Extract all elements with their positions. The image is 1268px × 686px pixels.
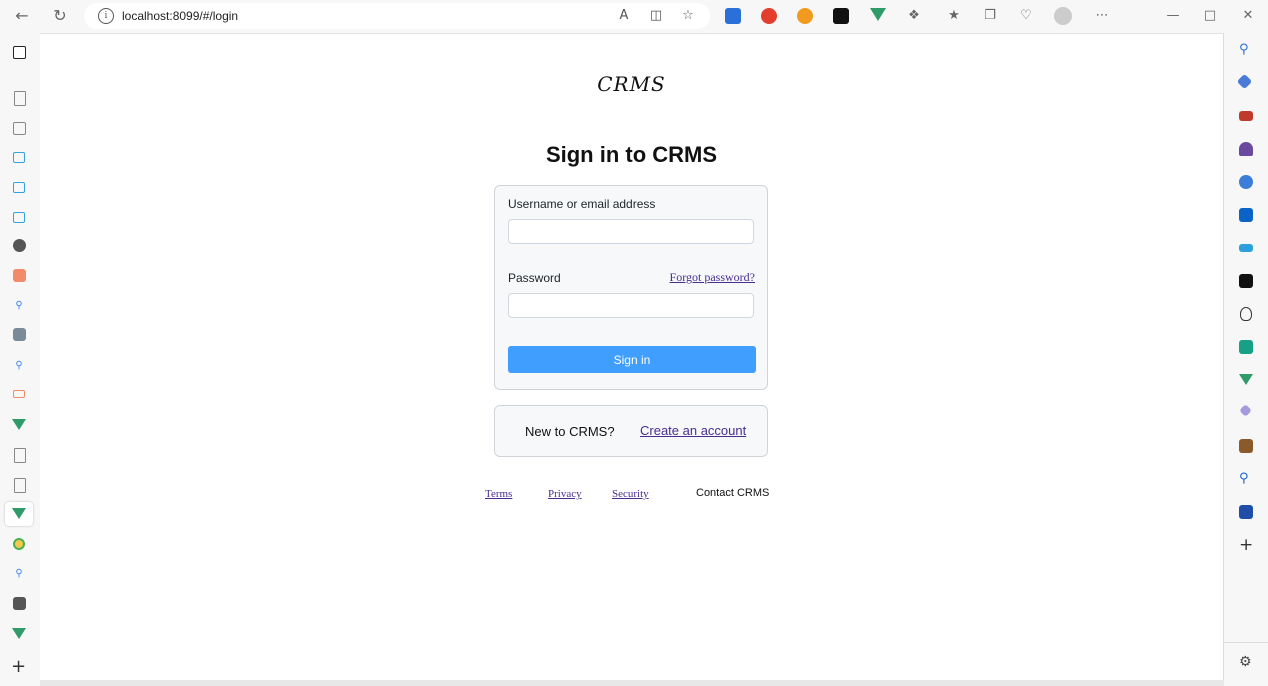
signup-prompt: New to CRMS? — [525, 424, 615, 439]
divider — [1224, 642, 1268, 643]
collections-icon[interactable]: ❐ — [980, 6, 1000, 26]
split-screen-icon[interactable]: ◫ — [648, 8, 664, 24]
app-j-icon[interactable] — [1239, 439, 1253, 453]
tab-active-vue[interactable] — [5, 502, 33, 526]
linux-penguin-icon[interactable] — [1240, 307, 1252, 321]
settings-gear-icon[interactable]: ⚙ — [1239, 654, 1252, 670]
tab-search-icon[interactable]: ⚲ — [11, 298, 27, 314]
tab-github-icon[interactable] — [13, 239, 26, 252]
copilot-icon[interactable] — [1239, 175, 1253, 189]
footer-security-link[interactable]: Security — [612, 488, 649, 500]
footer-terms-link[interactable]: Terms — [485, 488, 512, 500]
search-icon[interactable]: ⚲ — [1239, 472, 1253, 486]
extension-black-icon[interactable] — [833, 8, 849, 24]
favorites-icon[interactable]: ★ — [944, 6, 964, 26]
profile-avatar[interactable] — [1054, 7, 1072, 25]
read-aloud-icon[interactable]: A — [616, 8, 632, 24]
tab-document-icon[interactable] — [14, 478, 26, 493]
maximize-icon[interactable]: □ — [1200, 6, 1220, 26]
extension-stack-icon[interactable] — [725, 8, 741, 24]
login-page: CRMS Sign in to CRMS Username or email a… — [40, 33, 1224, 680]
tab-u-icon[interactable] — [13, 328, 26, 341]
password-label: Password — [508, 271, 561, 285]
outlook-icon[interactable] — [1239, 208, 1253, 222]
footer-privacy-link[interactable]: Privacy — [548, 488, 582, 500]
new-tab-plus-icon[interactable]: + — [11, 656, 26, 677]
shopping-tag-icon[interactable] — [1236, 73, 1253, 90]
app-h-icon[interactable] — [1239, 505, 1253, 519]
username-label: Username or email address — [508, 197, 656, 211]
app-va-icon[interactable] — [1239, 274, 1253, 288]
app-a-icon[interactable] — [1239, 340, 1253, 354]
favorite-star-icon[interactable]: ☆ — [680, 8, 696, 24]
browser-toolbar: ← ↻ i localhost:8099/#/login A ◫ ☆ ❖ ★ ❐… — [0, 0, 1268, 32]
vue-devtools-icon[interactable] — [870, 8, 886, 21]
ethereum-icon[interactable] — [1239, 404, 1252, 417]
login-form: Username or email address Password Forgo… — [494, 185, 768, 390]
tab-actions-icon[interactable] — [13, 46, 26, 59]
tab-document-icon[interactable] — [14, 448, 26, 463]
tab-search-icon[interactable]: ⚲ — [11, 358, 27, 374]
tab-app-icon[interactable] — [13, 597, 26, 610]
tab-vue-icon[interactable] — [12, 628, 26, 639]
signup-callout: New to CRMS? Create an account — [494, 405, 768, 457]
more-menu-icon[interactable]: ⋯ — [1092, 6, 1112, 26]
extensions-puzzle-icon[interactable]: ❖ — [904, 6, 924, 26]
tab-document-icon[interactable] — [14, 91, 26, 106]
forgot-password-link[interactable]: Forgot password? — [670, 270, 755, 285]
extension-orange-icon[interactable] — [797, 8, 813, 24]
password-input[interactable] — [508, 293, 754, 318]
vertical-tabs-sidebar: ⚲ ⚲ ⚲ + — [0, 32, 40, 686]
footer-contact-link[interactable]: Contact CRMS — [696, 487, 769, 499]
minimize-icon[interactable]: — — [1163, 6, 1183, 26]
tab-chrome-icon[interactable] — [13, 538, 25, 550]
back-arrow-icon[interactable]: ← — [12, 6, 32, 26]
extension-red-icon[interactable] — [761, 8, 777, 24]
address-bar[interactable]: i localhost:8099/#/login A ◫ ☆ — [84, 3, 710, 29]
tab-page-icon[interactable] — [13, 122, 26, 135]
games-icon[interactable] — [1239, 142, 1253, 156]
tab-search-icon[interactable]: ⚲ — [11, 566, 27, 582]
edge-sidebar: ⚲ ⚲ + ⚙ — [1224, 32, 1268, 686]
page-title: Sign in to CRMS — [545, 142, 718, 167]
tab-bilibili-icon[interactable] — [13, 152, 25, 163]
tab-csdn-icon[interactable] — [13, 269, 26, 282]
tab-vue-icon[interactable] — [12, 419, 26, 430]
refresh-icon[interactable]: ↻ — [50, 6, 70, 26]
crms-logo: CRMS — [597, 72, 666, 96]
send-icon[interactable] — [1239, 244, 1253, 252]
tab-bilibili-icon[interactable] — [13, 212, 25, 223]
add-sidebar-app-icon[interactable]: + — [1239, 535, 1253, 555]
url-text[interactable]: localhost:8099/#/login — [122, 9, 238, 23]
tab-bilibili-icon[interactable] — [13, 182, 25, 193]
vue-icon[interactable] — [1239, 374, 1253, 385]
info-icon[interactable]: i — [98, 8, 114, 24]
vue-icon — [12, 508, 26, 519]
search-icon[interactable]: ⚲ — [1239, 43, 1253, 57]
sign-in-button[interactable]: Sign in — [508, 346, 756, 373]
horizontal-scrollbar[interactable] — [40, 680, 1224, 686]
browser-essentials-icon[interactable]: ♡ — [1016, 6, 1036, 26]
close-icon[interactable]: ✕ — [1238, 6, 1258, 26]
tools-briefcase-icon[interactable] — [1239, 111, 1253, 121]
username-input[interactable] — [508, 219, 754, 244]
create-account-link[interactable]: Create an account — [640, 423, 746, 438]
tab-bracket-icon[interactable] — [13, 390, 25, 398]
